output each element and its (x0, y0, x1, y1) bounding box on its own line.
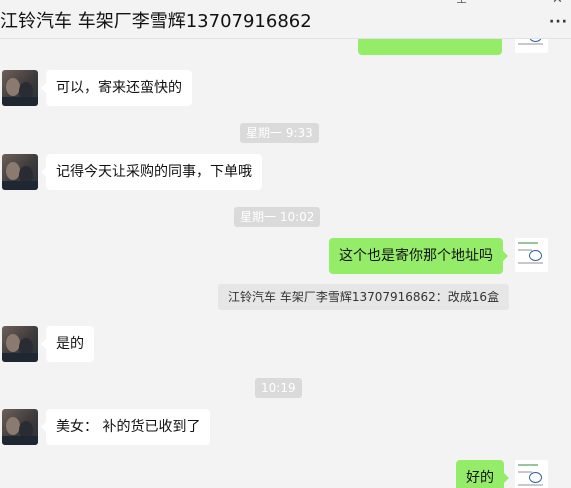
message-bubble-incoming[interactable]: 美女： 补的货已收到了 (40, 409, 211, 445)
message-bubble-incoming[interactable]: 是的 (41, 326, 94, 362)
message-bubble-outgoing[interactable]: 好的 (456, 460, 509, 488)
message-timestamp: 10:19 (255, 378, 302, 398)
contact-avatar[interactable] (2, 154, 38, 190)
message-list[interactable]: 可以，寄来还蛮快的 星期一 9:33 记得今天让采购的同事，下单哦 星期一 10… (0, 39, 571, 488)
close-icon[interactable]: ✕ (552, 0, 563, 7)
pin-icon[interactable]: ⊥ (456, 0, 467, 7)
contact-avatar[interactable] (2, 70, 38, 106)
chat-title: 江铃汽车 车架厂李雪辉13707916862 (0, 11, 312, 32)
message-bubble-incoming[interactable]: 可以，寄来还蛮快的 (41, 70, 192, 106)
contact-avatar[interactable] (2, 409, 38, 445)
message-bubble-outgoing[interactable]: 这个也是寄你那个地址吗 (329, 238, 508, 274)
self-avatar[interactable] (515, 39, 548, 53)
quoted-note: 江铃汽车 车架厂李雪辉13707916862：改成16盒 (218, 284, 510, 310)
message-timestamp: 星期一 9:33 (240, 123, 319, 143)
message-bubble-incoming[interactable]: 记得今天让采购的同事，下单哦 (41, 154, 262, 190)
contact-avatar[interactable] (2, 326, 38, 362)
message-bubble-outgoing-partial[interactable] (358, 39, 502, 55)
more-options-button[interactable]: ··· (549, 14, 568, 30)
chat-header: 江铃汽车 车架厂李雪辉13707916862 ⊥ ✕ ··· (0, 0, 571, 39)
self-avatar[interactable] (515, 238, 548, 272)
message-timestamp: 星期一 10:02 (234, 207, 321, 227)
self-avatar[interactable] (515, 460, 548, 488)
